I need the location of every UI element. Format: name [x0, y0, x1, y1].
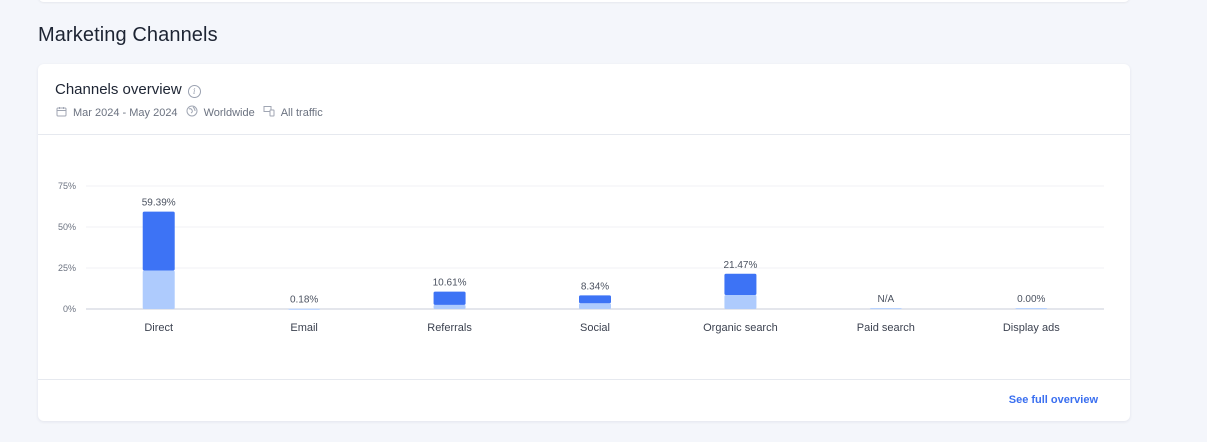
bar-segment[interactable] [869, 308, 902, 310]
y-tick-label: 50% [58, 222, 76, 232]
footer-divider [38, 379, 1130, 380]
bar-segment[interactable] [433, 291, 466, 305]
bar-segment[interactable] [724, 273, 757, 296]
card-title: Channels overview [55, 81, 182, 98]
previous-section-card [38, 0, 1130, 2]
bar-segment[interactable] [579, 303, 611, 309]
bar-segment[interactable] [288, 308, 321, 310]
value-label: 8.34% [581, 281, 609, 292]
globe-icon [186, 105, 198, 120]
y-tick-label: 75% [58, 181, 76, 191]
category-label: Paid search [857, 322, 915, 334]
value-label: 59.39% [142, 198, 176, 209]
traffic-label: All traffic [280, 106, 323, 119]
value-label: 0.18% [290, 295, 318, 306]
card-header: Channels overview i Mar 2024 - May 2024 … [55, 81, 325, 120]
date-range-label: Mar 2024 - May 2024 [73, 106, 178, 119]
region-filter[interactable]: Worldwide [186, 105, 255, 120]
header-divider [38, 134, 1130, 135]
category-label: Referrals [427, 322, 472, 334]
category-label: Email [290, 322, 318, 334]
card-meta: Mar 2024 - May 2024 Worldwide All traffi… [55, 105, 325, 120]
info-icon[interactable]: i [187, 84, 201, 98]
y-tick-label: 0% [63, 304, 76, 314]
region-label: Worldwide [203, 106, 255, 119]
bar-segment[interactable] [579, 295, 611, 304]
value-label: 10.61% [433, 278, 467, 289]
bar-segment[interactable] [433, 304, 466, 309]
category-label: Display ads [1003, 322, 1060, 334]
date-range-filter[interactable]: Mar 2024 - May 2024 [55, 106, 178, 120]
channels-bar-chart: 75% 50% 25% 0% 59.39% Direct 0.18% Email 10.61% R… [58, 181, 1104, 334]
bar-segment[interactable] [142, 270, 175, 309]
traffic-filter[interactable]: All traffic [263, 105, 323, 120]
category-label: Direct [144, 322, 173, 334]
value-label: 21.47% [723, 260, 757, 271]
value-label: 0.00% [1017, 294, 1045, 305]
section-title: Marketing Channels [38, 24, 218, 46]
calendar-icon [55, 106, 67, 120]
bar-segment[interactable] [724, 295, 757, 309]
y-tick-label: 25% [58, 263, 76, 273]
devices-icon [263, 105, 275, 120]
category-label: Social [580, 322, 610, 334]
bar-segment[interactable] [142, 211, 175, 271]
card-title-row: Channels overview i [55, 81, 325, 98]
value-label: N/A [878, 294, 895, 305]
channels-overview-card: Channels overview i Mar 2024 - May 2024 … [38, 64, 1130, 421]
category-label: Organic search [703, 322, 778, 334]
bar-segment[interactable] [1015, 308, 1048, 310]
see-full-overview-link[interactable]: See full overview [1009, 394, 1098, 406]
